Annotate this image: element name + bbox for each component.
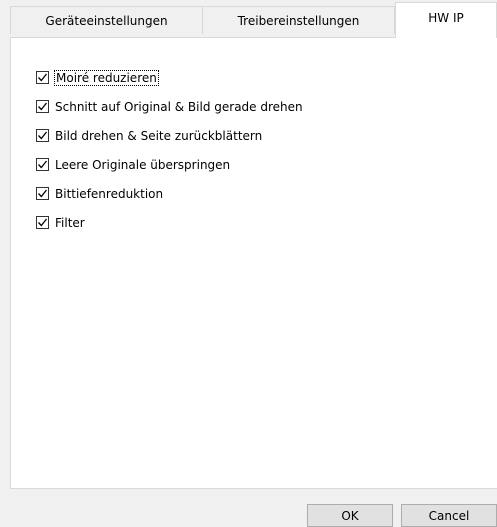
check-icon [38, 189, 48, 198]
option-bild-drehen[interactable]: Bild drehen & Seite zurückblättern [36, 121, 303, 150]
check-icon [38, 102, 48, 111]
check-icon [38, 160, 48, 169]
option-label: Bittiefenreduktion [55, 186, 164, 201]
tab-strip: Geräteeinstellungen Treibereinstellungen… [0, 0, 497, 38]
check-icon [38, 131, 48, 140]
checkbox[interactable] [36, 71, 49, 84]
option-moire[interactable]: Moiré reduzieren [36, 63, 303, 92]
dialog: Geräteeinstellungen Treibereinstellungen… [0, 0, 497, 527]
tab-hw-ip[interactable]: HW IP [395, 2, 497, 38]
option-label: Leere Originale überspringen [55, 157, 231, 172]
tab-geraeteeinstellungen[interactable]: Geräteeinstellungen [10, 6, 203, 34]
check-icon [38, 218, 48, 227]
tab-label: Geräteeinstellungen [45, 13, 168, 28]
checkbox[interactable] [36, 100, 49, 113]
option-label: Moiré reduzieren [54, 69, 159, 86]
ok-button[interactable]: OK [307, 504, 393, 527]
tab-label: Treibereinstellungen [237, 13, 360, 28]
cancel-button[interactable]: Cancel [401, 504, 497, 527]
option-label: Schnitt auf Original & Bild gerade drehe… [55, 99, 303, 114]
checkbox[interactable] [36, 158, 49, 171]
tab-label: HW IP [428, 10, 464, 25]
option-filter[interactable]: Filter [36, 208, 303, 237]
checkbox[interactable] [36, 129, 49, 142]
checkbox[interactable] [36, 216, 49, 229]
check-icon [38, 73, 48, 82]
option-label: Filter [55, 215, 85, 230]
option-bittiefenreduktion[interactable]: Bittiefenreduktion [36, 179, 303, 208]
tab-treibereinstellungen[interactable]: Treibereinstellungen [203, 6, 395, 34]
option-label: Bild drehen & Seite zurückblättern [55, 128, 263, 143]
option-leere-originale[interactable]: Leere Originale überspringen [36, 150, 303, 179]
checkbox[interactable] [36, 187, 49, 200]
tab-panel-hw-ip: Moiré reduzieren Schnitt auf Original & … [10, 37, 497, 489]
option-schnitt[interactable]: Schnitt auf Original & Bild gerade drehe… [36, 92, 303, 121]
options-list: Moiré reduzieren Schnitt auf Original & … [36, 63, 303, 237]
